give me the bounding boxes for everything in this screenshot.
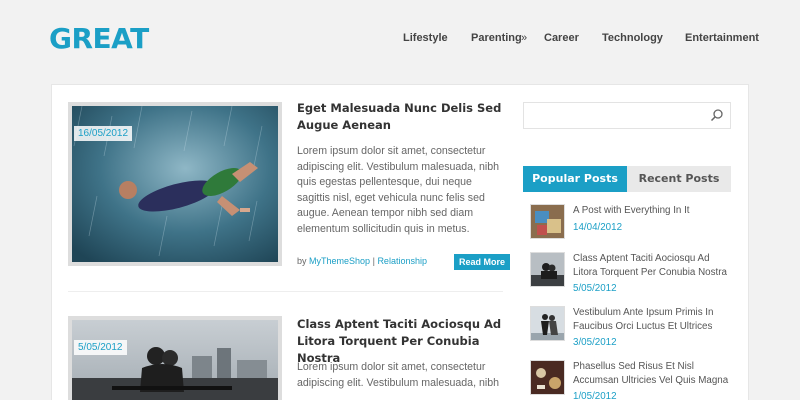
post-thumbnail[interactable]: 16/05/2012	[68, 102, 282, 266]
search-box	[523, 102, 731, 129]
submenu-indicator-icon: »	[521, 32, 528, 44]
popular-post-date: 14/04/2012	[573, 222, 623, 233]
popular-post-title[interactable]: Class Aptent Taciti Aociosqu Ad Litora T…	[573, 252, 733, 280]
nav-item-entertainment[interactable]: Entertainment	[685, 32, 759, 44]
popular-post-title[interactable]: A Post with Everything In It	[573, 204, 733, 218]
popular-post-date: 1/05/2012	[573, 391, 617, 400]
nav-item-parenting[interactable]: Parenting	[471, 32, 522, 44]
post-date-badge: 5/05/2012	[74, 340, 127, 355]
popular-post-date: 5/05/2012	[573, 283, 617, 294]
list-item[interactable]: Phasellus Sed Risus Et Nisl Accumsan Ult…	[530, 360, 740, 400]
read-more-button[interactable]: Read More	[454, 254, 511, 270]
meta-by-label: by	[297, 256, 307, 266]
post-thumbnail[interactable]: 5/05/2012	[68, 316, 282, 400]
popular-post-date: 3/05/2012	[573, 337, 617, 348]
search-icon[interactable]	[710, 108, 724, 122]
tab-popular-posts[interactable]: Popular Posts	[523, 166, 627, 192]
category-link[interactable]: Relationship	[377, 256, 427, 266]
author-link[interactable]: MyThemeShop	[309, 256, 370, 266]
nav-item-career[interactable]: Career	[544, 32, 579, 44]
post-meta: by MyThemeShop | Relationship	[297, 256, 427, 266]
list-item[interactable]: Vestibulum Ante Ipsum Primis In Faucibus…	[530, 306, 740, 348]
post-date-badge: 16/05/2012	[74, 126, 133, 141]
popular-post-thumbnail[interactable]	[530, 204, 565, 239]
sidebar-tabs: Popular Posts Recent Posts	[523, 166, 731, 192]
meta-separator: |	[372, 256, 375, 266]
post-title[interactable]: Eget Malesuada Nunc Delis Sed Augue Aene…	[297, 100, 507, 134]
post-divider	[68, 291, 503, 292]
popular-post-thumbnail[interactable]	[530, 306, 565, 341]
list-item[interactable]: A Post with Everything In It 14/04/2012	[530, 204, 740, 244]
popular-post-title[interactable]: Phasellus Sed Risus Et Nisl Accumsan Ult…	[573, 360, 733, 388]
post-excerpt: Lorem ipsum dolor sit amet, consectetur …	[297, 145, 499, 235]
popular-post-thumbnail[interactable]	[530, 252, 565, 287]
popular-post-title[interactable]: Vestibulum Ante Ipsum Primis In Faucibus…	[573, 306, 733, 334]
search-input[interactable]	[524, 103, 699, 128]
tab-recent-posts[interactable]: Recent Posts	[627, 166, 731, 192]
nav-item-lifestyle[interactable]: Lifestyle	[403, 32, 448, 44]
popular-post-thumbnail[interactable]	[530, 360, 565, 395]
nav-item-technology[interactable]: Technology	[602, 32, 663, 44]
main-nav: Lifestyle Parenting » Career Technology …	[0, 32, 800, 46]
post-image	[72, 320, 278, 400]
list-item[interactable]: Class Aptent Taciti Aociosqu Ad Litora T…	[530, 252, 740, 294]
post-excerpt: Lorem ipsum dolor sit amet, consectetur …	[297, 361, 499, 389]
